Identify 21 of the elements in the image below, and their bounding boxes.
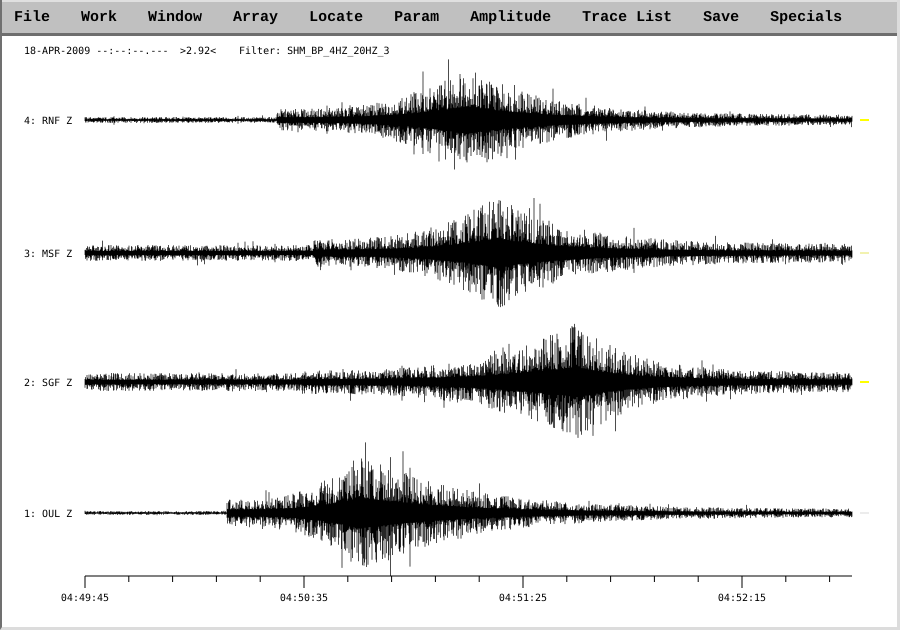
trace-label: 4: RNF Z bbox=[24, 116, 72, 127]
filter-label: Filter: SHM_BP_4HZ_20HZ_3 bbox=[239, 46, 390, 57]
menu-item[interactable]: Trace List bbox=[580, 9, 674, 26]
value-readout: >2.92< bbox=[180, 46, 216, 57]
trace-label: 3: MSF Z bbox=[24, 249, 72, 260]
time-label: 04:51:25 bbox=[498, 593, 548, 604]
date-time: 18-APR-2009 --:--:--.--- bbox=[24, 46, 168, 57]
trace-label: 2: SGF Z bbox=[24, 378, 72, 389]
menu-item[interactable]: Specials bbox=[768, 9, 844, 26]
trace-label: 1: OUL Z bbox=[24, 509, 72, 520]
menu-item[interactable]: Param bbox=[392, 9, 442, 26]
time-label: 04:49:45 bbox=[60, 593, 110, 604]
menu-item[interactable]: Save bbox=[701, 9, 742, 26]
menu-item[interactable]: Array bbox=[231, 9, 280, 26]
time-label: 04:50:35 bbox=[280, 593, 328, 604]
menu-item[interactable]: File bbox=[12, 9, 52, 26]
menu-item[interactable]: Work bbox=[79, 9, 120, 26]
menu-item[interactable]: Amplitude bbox=[468, 9, 554, 26]
time-label: 04:52:15 bbox=[718, 593, 766, 604]
menu-item[interactable]: Window bbox=[146, 9, 204, 26]
menu-item[interactable]: Locate bbox=[307, 9, 366, 26]
